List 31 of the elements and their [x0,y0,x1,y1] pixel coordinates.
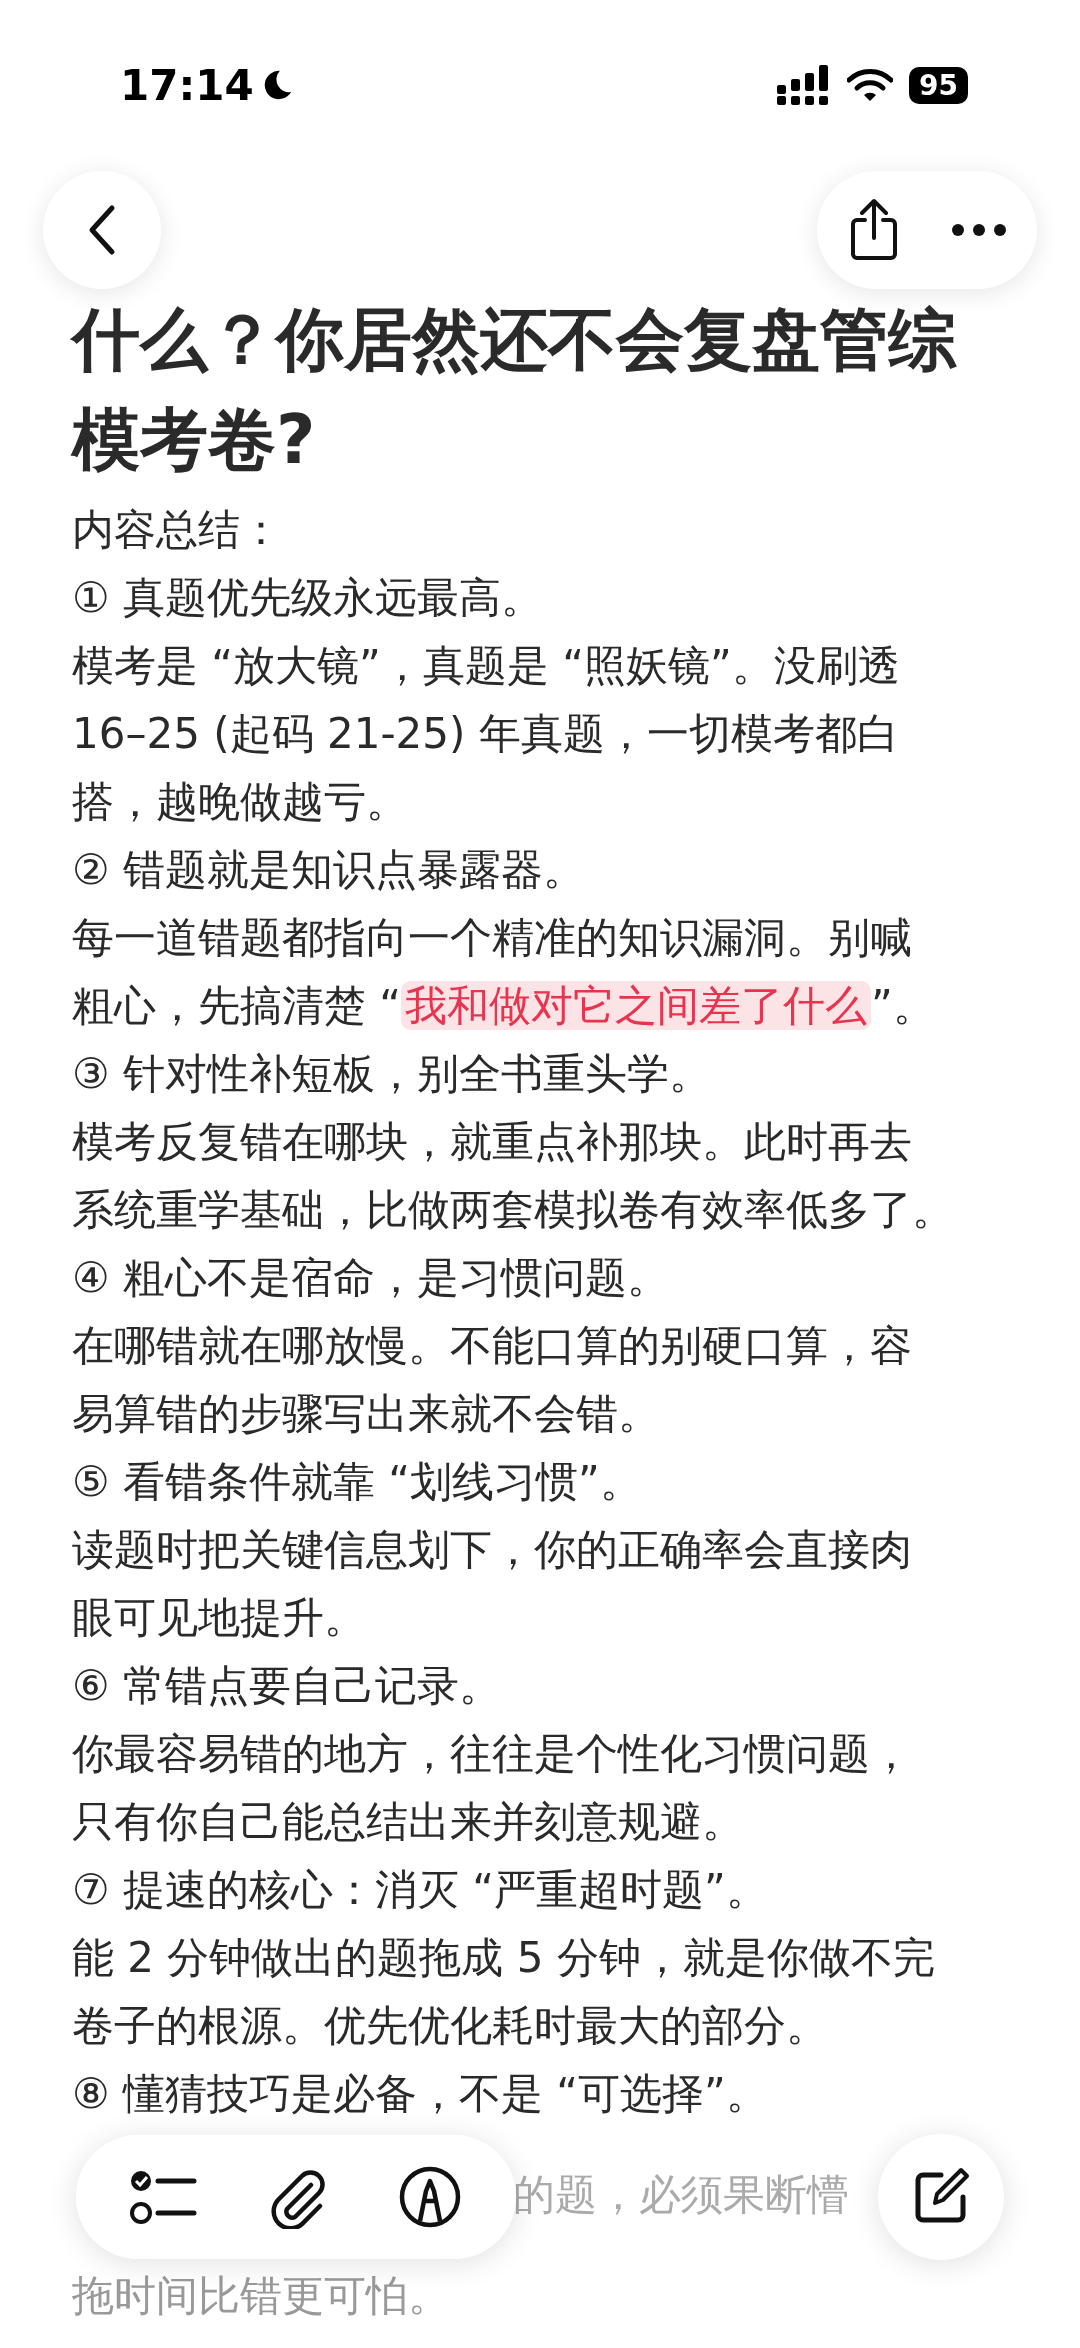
note-text-line: 模考反复错在哪块，就重点补那块。此时再去 [72,1116,912,1168]
note-text-line: 能 2 分钟做出的题拖成 5 分钟，就是你做不完 [72,1932,935,1984]
note-text-line: 拖时间比错更可怕。 [72,2270,450,2322]
note-text-line: 内容总结： [72,504,282,556]
note-text-line: ④ 粗心不是宿命，是习惯问题。 [72,1252,669,1304]
note-text-line: 易算错的步骤写出来就不会错。 [72,1388,660,1440]
more-button[interactable] [951,223,1007,237]
pen-button[interactable] [397,2165,462,2229]
note-text-line: 读题时把关键信息划下，你的正确率会直接肉 [72,1524,912,1576]
note-text-line: 系统重学基础，比做两套模拟卷有效率低多了。 [72,1184,954,1236]
note-text-line: ⑤ 看错条件就靠 “划线习惯”。 [72,1456,642,1508]
note-text-line: 模考是 “放大镜”，真题是 “照妖镜”。没刷透 [72,640,900,692]
note-text-line: 只有你自己能总结出来并刻意规避。 [72,1796,744,1848]
note-text-line: ② 错题就是知识点暴露器。 [72,844,585,896]
note-text-line: ⑦ 提速的核心：消灭 “严重超时题”。 [72,1864,768,1916]
note-title: 什么？你居然还不会复盘管综模考卷? [69,299,958,481]
note-text-line: 每一道错题都指向一个精准的知识漏洞。别喊 [72,912,912,964]
note-text-line: 16–25 (起码 21-25) 年真题，一切模考都白 [72,708,899,760]
note-text-line: 在哪错就在哪放慢。不能口算的别硬口算，容 [72,1320,912,1372]
note-text-line: ③ 针对性补短板，别全书重头学。 [72,1048,711,1100]
note-text-line: 眼可见地提升。 [72,1592,366,1644]
battery-indicator: 95 [909,66,968,104]
status-time: 17:14 [120,60,254,110]
note-text-line: 的题，必须果断懵 [513,2169,849,2221]
note-text-line: 卷子的根源。优先优化耗时最大的部分。 [72,2000,828,2052]
note-text-line: 搭，越晚做越亏。 [72,776,408,828]
note-text-line: ⑥ 常错点要自己记录。 [72,1660,501,1712]
wifi-icon [847,68,894,102]
note-text-line: ① 真题优先级永远最高。 [72,572,543,624]
note-text-line: ⑧ 懂猜技巧是必备，不是 “可选择”。 [72,2068,768,2120]
note-text-line: 你最容易错的地方，往往是个性化习惯问题， [72,1728,912,1780]
